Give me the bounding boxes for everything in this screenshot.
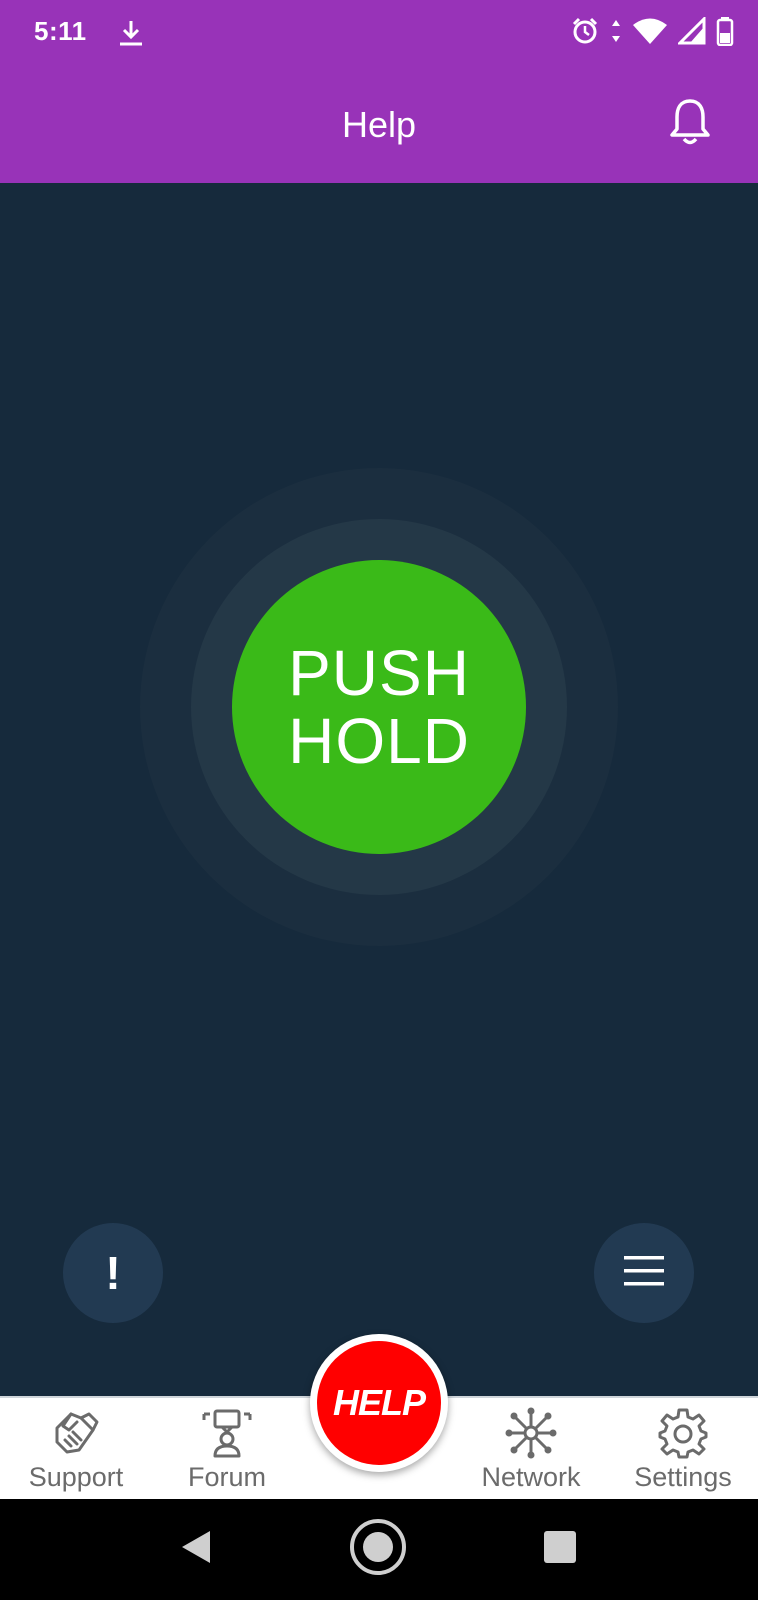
alarm-icon — [570, 16, 600, 46]
screen: 5:11 4 Help PUSH HOLD ! Support Forum Ne… — [0, 0, 758, 1600]
status-bar: 5:11 4 — [0, 0, 758, 66]
notifications-button[interactable] — [662, 96, 718, 152]
nav-label-network: Network — [481, 1462, 581, 1492]
status-icons: 4 — [570, 16, 734, 46]
home-circle-icon — [348, 1517, 408, 1582]
bell-icon — [668, 97, 712, 152]
network-icon — [504, 1406, 558, 1460]
main-area: PUSH HOLD ! — [0, 183, 758, 1396]
page-title: Help — [341, 104, 417, 145]
data-arrows-icon — [610, 18, 622, 44]
system-nav-bar — [0, 1499, 758, 1600]
exclamation-icon: ! — [105, 1247, 121, 1299]
nav-label-settings: Settings — [634, 1462, 732, 1492]
status-time: 5:11 — [34, 16, 87, 46]
wifi-icon: 4 — [632, 16, 668, 46]
push-label: PUSH — [288, 637, 470, 709]
nav-label-forum: Forum — [187, 1462, 266, 1492]
system-back-button[interactable] — [166, 1519, 226, 1579]
system-recents-button[interactable] — [530, 1519, 590, 1579]
download-icon — [116, 18, 146, 48]
svg-text:4: 4 — [656, 33, 663, 45]
back-triangle-icon — [176, 1527, 216, 1572]
signal-icon — [678, 17, 706, 45]
help-button[interactable]: HELP — [310, 1334, 448, 1472]
app-bar: Help — [0, 66, 758, 183]
nav-item-settings[interactable]: Settings — [622, 1398, 744, 1501]
push-hold-button[interactable]: PUSH HOLD — [232, 560, 526, 854]
hold-label: HOLD — [288, 705, 470, 777]
nav-label-support: Support — [28, 1462, 124, 1492]
handshake-icon — [49, 1406, 103, 1460]
nav-item-forum[interactable]: Forum — [175, 1398, 279, 1501]
nav-item-support[interactable]: Support — [20, 1398, 132, 1501]
alert-button[interactable]: ! — [63, 1223, 163, 1323]
forum-icon — [200, 1406, 254, 1460]
help-button-label: HELP — [317, 1341, 441, 1465]
nav-item-network[interactable]: Network — [470, 1398, 592, 1501]
system-home-button[interactable] — [348, 1517, 408, 1582]
battery-icon — [716, 16, 734, 46]
menu-button[interactable] — [594, 1223, 694, 1323]
menu-icon — [622, 1253, 666, 1294]
gear-icon — [656, 1406, 710, 1460]
recents-square-icon — [542, 1529, 578, 1570]
